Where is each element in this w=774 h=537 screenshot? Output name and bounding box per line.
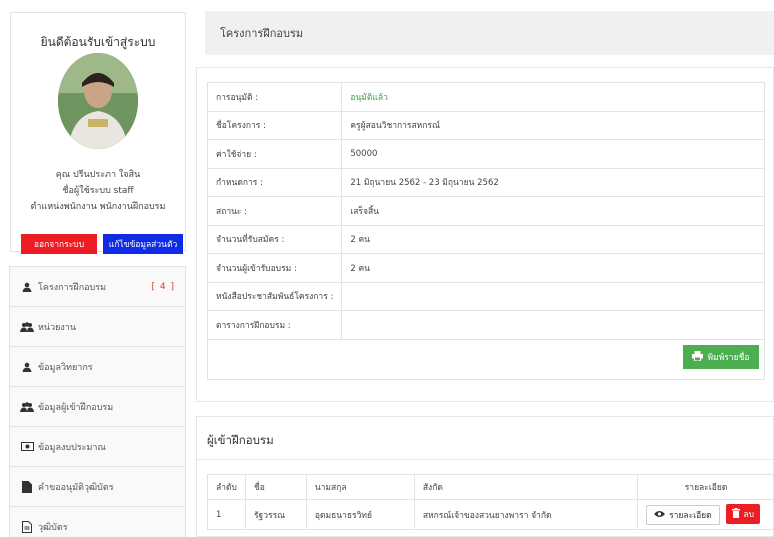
project-detail-table: การอนุมัติ : อนุมัติแล้ว ชื่อโครงการ : ค…	[206, 82, 765, 340]
project-count-badge: [ 4 ]	[151, 281, 175, 292]
delete-label: ลบ	[743, 510, 754, 520]
sidebar-menu: โครงการฝึกอบรม [ 4 ] หน่วยงาน ข้อมูลวิทย…	[9, 266, 186, 537]
row-actions: รายละเอียด ลบ	[637, 499, 774, 530]
sidebar-item-certificate-requests[interactable]: คำขออนุมัติวุฒิบัตร	[10, 467, 185, 507]
detail-row: ชื่อโครงการ : ครูผู้สอนวิชาการสหกรณ์	[206, 110, 765, 140]
sidebar-item-trainees[interactable]: ข้อมูลผู้เข้าฝึกอบรม	[10, 387, 185, 427]
detail-value: เสร็จสิ้น	[341, 196, 765, 226]
detail-value: 2 คน	[341, 253, 765, 283]
sidebar-item-training-projects[interactable]: โครงการฝึกอบรม [ 4 ]	[10, 267, 185, 307]
detail-label: ชื่อโครงการ :	[206, 110, 343, 140]
detail-value: 2 คน	[341, 224, 765, 254]
delete-button[interactable]: ลบ	[726, 504, 760, 524]
participants-title: ผู้เข้าฝึกอบรม	[207, 433, 274, 447]
column-header: รายละเอียด	[637, 474, 774, 500]
detail-label: จำนวนที่รับสมัคร :	[206, 224, 343, 254]
logout-button[interactable]: ออกจากระบบ	[21, 234, 97, 254]
sidebar-item-label: หน่วยงาน	[38, 322, 77, 333]
table-header-row: ลำดับ ชื่อ นามสกุล สังกัด รายละเอียด	[207, 474, 774, 500]
print-list-label: พิมพ์รายชื่อ	[707, 353, 750, 363]
detail-value: 50000	[341, 139, 765, 169]
participants-table: ลำดับ ชื่อ นามสกุล สังกัด รายละเอียด 1 ร…	[207, 474, 774, 530]
sidebar-item-label: ข้อมูลวิทยากร	[38, 362, 93, 373]
sidebar-item-speakers[interactable]: ข้อมูลวิทยากร	[10, 347, 185, 387]
detail-label: จำนวนผู้เข้ารับอบรม :	[206, 253, 343, 283]
sidebar-item-label: ข้อมูลงบประมาณ	[38, 442, 106, 453]
detail-row: หนังสือประชาสัมพันธ์โครงการ :	[206, 281, 765, 311]
sidebar-item-label: โครงการฝึกอบรม	[38, 282, 107, 293]
participants-panel: ผู้เข้าฝึกอบรม ลำดับ ชื่อ นามสกุล สังกัด…	[196, 416, 774, 537]
profile-username: ชื่อผู้ใช้ระบบ staff	[62, 186, 134, 196]
detail-label: สถานะ :	[206, 196, 343, 226]
users-icon	[20, 321, 34, 332]
welcome-text: ยินดีต้อนรับเข้าสู่ระบบ	[40, 35, 156, 49]
detail-label: กำหนดการ :	[206, 167, 343, 197]
table-row: 1 รัฐวรรณ อุดมธนาธรวิทย์ สหกรณ์เจ้าของสว…	[207, 499, 774, 530]
sidebar-item-certificates[interactable]: วุฒิบัตร	[10, 507, 185, 537]
project-detail-panel: การอนุมัติ : อนุมัติแล้ว ชื่อโครงการ : ค…	[196, 67, 774, 402]
column-header: ลำดับ	[207, 474, 246, 500]
profile-name: คุณ ปรีนประภา ใจสิน	[55, 170, 141, 180]
detail-label: ตารางการฝึกอบรม :	[206, 310, 343, 340]
users-icon	[20, 401, 34, 412]
profile-card: ยินดีต้อนรับเข้าสู่ระบบ คุณ ปรีนประภา ใจ…	[10, 12, 186, 254]
detail-value	[341, 310, 765, 340]
detail-row: ค่าใช้จ่าย : 50000	[206, 139, 765, 169]
first-name: รัฐวรรณ	[244, 499, 307, 530]
money-icon	[20, 442, 34, 451]
printer-icon	[692, 350, 704, 364]
print-toolbar: พิมพ์รายชื่อ	[207, 340, 765, 380]
eye-icon	[654, 510, 666, 521]
document-icon	[20, 521, 34, 533]
detail-row: สถานะ : เสร็จสิ้น	[206, 196, 765, 226]
sidebar-item-budget[interactable]: ข้อมูลงบประมาณ	[10, 427, 185, 467]
trash-icon	[732, 507, 741, 521]
user-icon	[20, 362, 34, 372]
detail-label: ค่าใช้จ่าย :	[206, 139, 343, 169]
last-name: อุดมธนาธรวิทย์	[305, 499, 415, 530]
avatar	[58, 53, 138, 149]
detail-row: ตารางการฝึกอบรม :	[206, 310, 765, 340]
print-list-button[interactable]: พิมพ์รายชื่อ	[683, 345, 759, 369]
sidebar-item-departments[interactable]: หน่วยงาน	[10, 307, 185, 347]
column-header: ชื่อ	[244, 474, 307, 500]
user-icon	[20, 282, 34, 292]
file-icon	[20, 480, 34, 493]
detail-row: กำหนดการ : 21 มิถุนายน 2562 - 23 มิถุนาย…	[206, 167, 765, 197]
sidebar-item-label: ข้อมูลผู้เข้าฝึกอบรม	[38, 402, 114, 413]
detail-value	[341, 281, 765, 311]
detail-label: หนังสือประชาสัมพันธ์โครงการ :	[206, 281, 343, 311]
detail-label: การอนุมัติ :	[206, 82, 343, 112]
organization: สหกรณ์เจ้าของสวนยางพารา จำกัด	[413, 499, 639, 530]
detail-value: 21 มิถุนายน 2562 - 23 มิถุนายน 2562	[341, 167, 765, 197]
detail-row: จำนวนผู้เข้ารับอบรม : 2 คน	[206, 253, 765, 283]
detail-row: จำนวนที่รับสมัคร : 2 คน	[206, 224, 765, 254]
sidebar-item-label: คำขออนุมัติวุฒิบัตร	[38, 482, 114, 493]
avatar-photo	[58, 53, 138, 149]
view-details-button[interactable]: รายละเอียด	[646, 505, 720, 525]
detail-row: การอนุมัติ : อนุมัติแล้ว	[206, 82, 765, 112]
approval-status: อนุมัติแล้ว	[341, 82, 765, 112]
edit-profile-button[interactable]: แก้ไขข้อมูลส่วนตัว	[103, 234, 183, 254]
divider	[197, 459, 773, 460]
profile-position: ตำแหน่งพนักงาน พนักงานฝึกอบรม	[30, 202, 166, 212]
view-details-label: รายละเอียด	[669, 511, 712, 521]
row-number: 1	[207, 499, 246, 530]
column-header: นามสกุล	[305, 474, 415, 500]
column-header: สังกัด	[413, 474, 639, 500]
page-title: โครงการฝึกอบรม	[205, 11, 774, 55]
sidebar-item-label: วุฒิบัตร	[38, 523, 68, 533]
detail-value: ครูผู้สอนวิชาการสหกรณ์	[341, 110, 765, 140]
